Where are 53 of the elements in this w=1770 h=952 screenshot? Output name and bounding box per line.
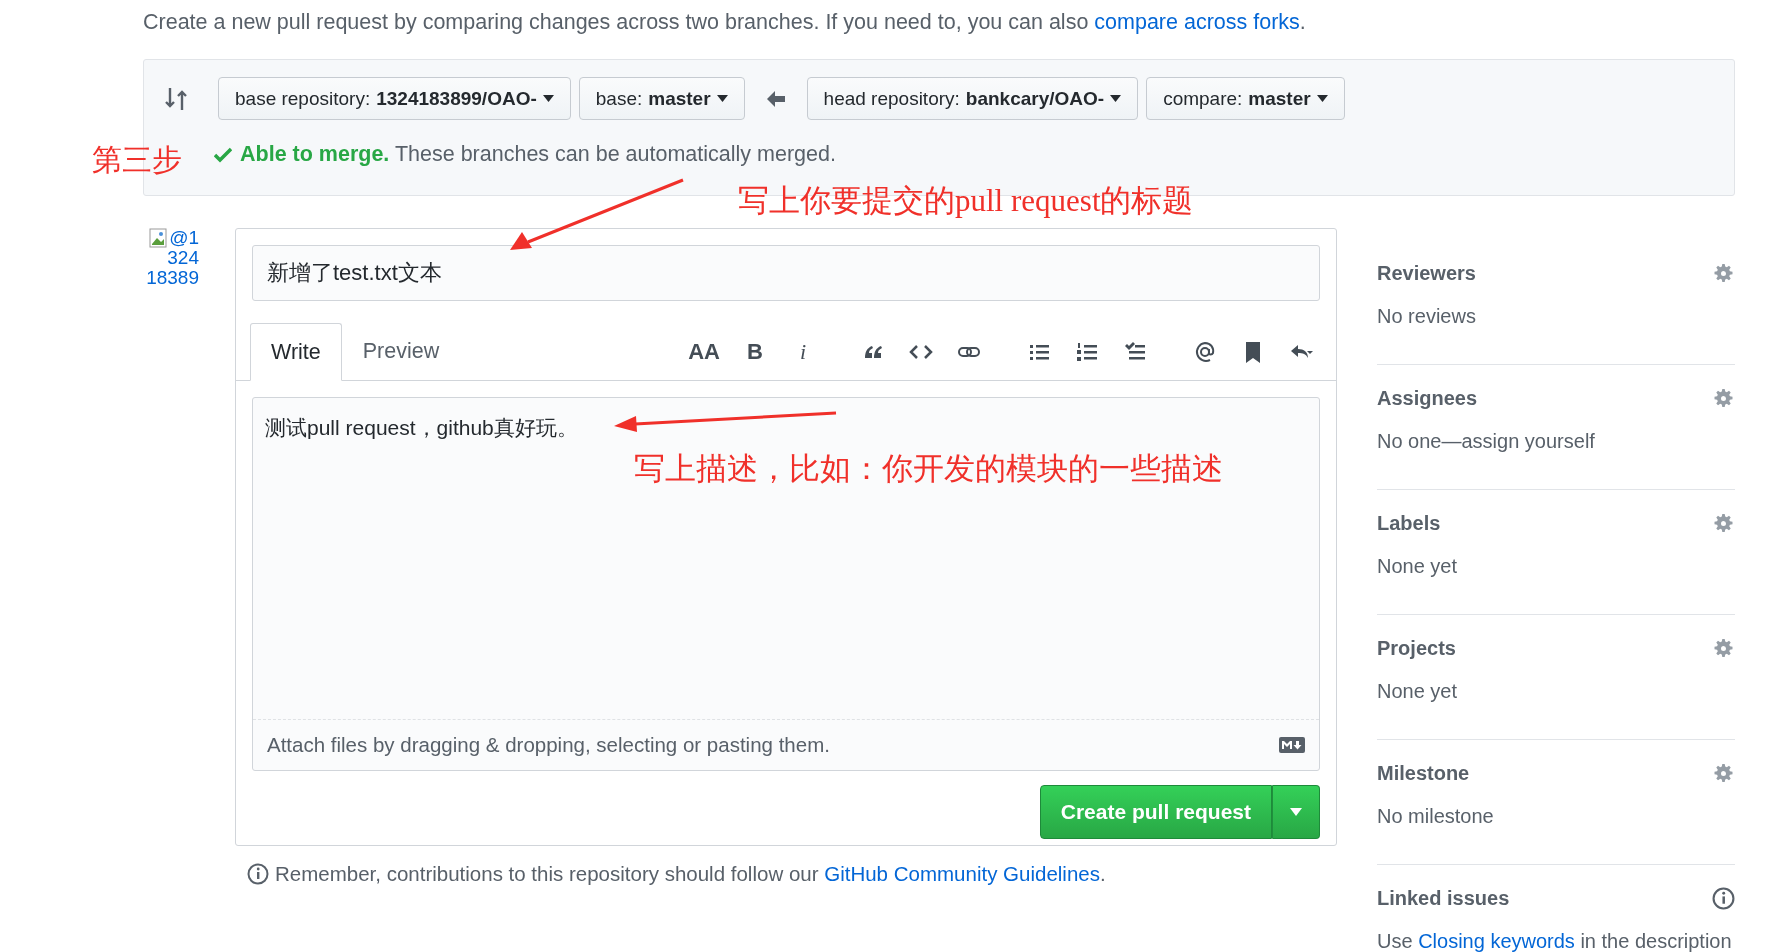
bold-button[interactable]: B bbox=[742, 336, 768, 367]
caret-icon bbox=[1316, 95, 1328, 102]
left-arrow-icon bbox=[766, 90, 785, 107]
editor-tab[interactable]: Write bbox=[250, 323, 342, 381]
settings-icon[interactable] bbox=[1712, 262, 1735, 285]
guidelines-link[interactable]: GitHub Community Guidelines bbox=[824, 862, 1100, 885]
editor-tab[interactable]: Preview bbox=[341, 323, 461, 380]
sidebar-heading: Projects bbox=[1377, 637, 1456, 660]
branch-dropdown[interactable]: base repository: 1324183899/OAO- bbox=[218, 77, 571, 120]
sidebar-value: None yet bbox=[1377, 680, 1459, 703]
annotation-text: 写上你要提交的pull request的标题 bbox=[738, 182, 1194, 220]
compare-forks-link[interactable]: compare across forks bbox=[1094, 10, 1300, 34]
caret-icon bbox=[542, 95, 554, 102]
sidebar-description: Use Closing keywords in the description bbox=[1377, 930, 1733, 952]
dropdown-caret-button[interactable] bbox=[1272, 785, 1320, 839]
guidelines-text: Remember, contributions to this repository should follow our GitHub Community Guidelines. bbox=[275, 862, 1106, 886]
check-icon bbox=[214, 146, 232, 163]
attach-hint: Attach files by dragging & dropping, selecting or pasting them. bbox=[267, 733, 830, 757]
annotation-text: 第三步 bbox=[92, 142, 182, 178]
markdown-icon bbox=[1279, 737, 1305, 753]
compare-arrows-icon bbox=[164, 85, 188, 112]
italic-button[interactable]: i bbox=[790, 336, 816, 367]
settings-icon[interactable] bbox=[1712, 762, 1735, 785]
sidebar-heading: Milestone bbox=[1377, 762, 1470, 785]
title-field[interactable]: 新增了test.txt文本 bbox=[252, 245, 1320, 301]
avatar-alt-text[interactable]: @1 324 18389 bbox=[143, 228, 199, 288]
annotation-text: 写上描述，比如：你开发的模块的一些描述 bbox=[634, 450, 1223, 488]
settings-icon[interactable] bbox=[1712, 512, 1735, 535]
sidebar-value: No one—assign yourself bbox=[1377, 430, 1596, 453]
sidebar-heading: Labels bbox=[1377, 512, 1441, 535]
mention-icon bbox=[1193, 339, 1217, 364]
branch-dropdown[interactable]: base: master bbox=[578, 77, 745, 120]
broken-image-icon bbox=[149, 228, 170, 248]
sidebar-value: None yet bbox=[1377, 555, 1459, 578]
intro-text: Create a new pull request by comparing changes across two branches. If you need to, you can also compare across forks. bbox=[143, 9, 1307, 36]
caret-icon bbox=[1110, 95, 1122, 102]
sidebar-heading: Reviewers bbox=[1377, 262, 1476, 285]
merge-status: Able to merge. These branches can be automatically merged. bbox=[240, 142, 836, 167]
description-text: 测试pull request，github真好玩。 bbox=[265, 416, 578, 439]
branch-dropdown[interactable]: compare: master bbox=[1146, 77, 1345, 120]
sidebar-heading: Assignees bbox=[1377, 387, 1478, 410]
closing-keywords-link[interactable]: Closing keywords bbox=[1418, 930, 1575, 952]
info-icon bbox=[247, 863, 269, 885]
info-icon[interactable] bbox=[1712, 887, 1735, 910]
branch-dropdown[interactable]: head repository: bankcary/OAO- bbox=[806, 77, 1139, 120]
settings-icon[interactable] bbox=[1712, 637, 1735, 660]
caret-icon bbox=[716, 95, 728, 102]
settings-icon[interactable] bbox=[1712, 387, 1735, 410]
sidebar-value: No reviews bbox=[1377, 305, 1477, 328]
caret-icon bbox=[1290, 808, 1302, 816]
sidebar-value: No milestone bbox=[1377, 805, 1495, 828]
sidebar-heading: Linked issues bbox=[1377, 887, 1510, 910]
heading-button[interactable]: AA bbox=[688, 336, 720, 367]
